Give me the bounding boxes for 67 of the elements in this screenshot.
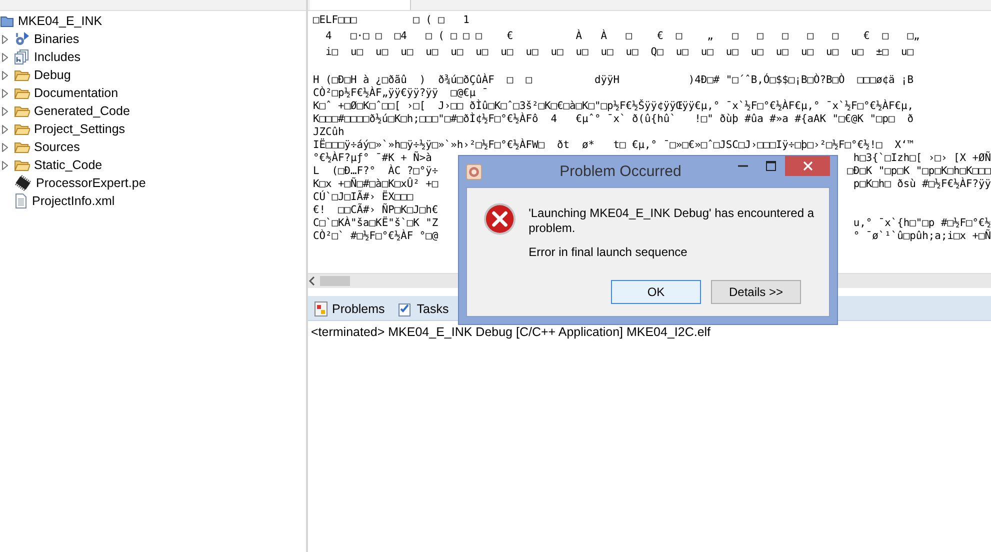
tree-item[interactable]: Documentation xyxy=(34,86,118,100)
expand-arrow-icon[interactable] xyxy=(2,70,8,80)
tree-item[interactable]: Binaries xyxy=(34,32,80,46)
expand-arrow-icon[interactable] xyxy=(2,106,8,116)
folder-icon xyxy=(14,104,30,118)
tree-item[interactable]: Generated_Code xyxy=(34,104,130,118)
folder-icon xyxy=(14,122,30,136)
folder-icon xyxy=(14,140,30,154)
binary-text-line: CÚ`□J□IÃ#› ËX□□□ xyxy=(313,190,414,203)
error-icon xyxy=(483,202,517,236)
view-tab[interactable]: Tasks xyxy=(392,298,455,320)
minimize-icon xyxy=(738,165,748,167)
binary-text-line: JZCûh xyxy=(313,126,344,138)
project-name[interactable]: MKE04_E_INK xyxy=(18,14,102,28)
binary-text-line: u,° ¯x`{h□"□p #□½F□°€½ xyxy=(853,216,991,229)
binary-text-line: h□3{`□Izh□[ ›□› [X +ØÑ xyxy=(853,152,991,164)
scrollbar-thumb[interactable] xyxy=(320,276,350,286)
binary-text-line: €! □□CÃ#› ÑP□K□J□h€ xyxy=(313,204,438,216)
binary-text-line: °€½ÀF?µƒ° ¯#K + Ñ>à xyxy=(313,152,432,164)
project-folder-icon xyxy=(0,14,14,28)
header-files-icon xyxy=(14,49,30,65)
app-icon xyxy=(466,164,482,180)
binary-text-line: C□`□KÀ"ša□KË"š`□K "Z xyxy=(313,216,438,229)
error-detail: Error in final launch sequence xyxy=(528,245,688,259)
tree-item[interactable]: Project_Settings xyxy=(34,122,126,136)
expand-arrow-icon[interactable] xyxy=(2,88,8,98)
binary-text-line: H (□Ð□H à ¿□ðãû ) ð¾ú□ðÇûÀF □ □ dÿÿH )4Ð□# "□´ˆB,Ó□$$□¡B□Ò?B□Ò □□□ø¢ä ¡B xyxy=(313,74,914,86)
tree-item[interactable]: Static_Code xyxy=(34,158,102,172)
maximize-icon xyxy=(766,161,776,171)
binary-text-line: CÒ²□` #□½F□°€½ÀF °□@ xyxy=(313,230,438,242)
binary-text-line: i□ u□ u□ u□ u□ u□ u□ u□ u□ u□ u□ u□ u□ Q□ u□ u□ u□ u□ u□ u□ u□ u□ ±□ u□ xyxy=(324,45,914,60)
close-icon xyxy=(802,161,812,171)
expand-arrow-icon[interactable] xyxy=(2,52,8,62)
folder-icon xyxy=(14,158,30,172)
tree-item[interactable]: Sources xyxy=(34,140,80,154)
tree-item[interactable]: ProcessorExpert.pe xyxy=(36,176,146,190)
binary-text-line: K□ˆ +□Ø□K□ˆ□□[ ›□[ J›□□ ðÌû□K□ˆ□3š²□K□€□à□K□"□p½F€½Šÿÿ¢ÿÿŒÿÿ€µ,° ¯x`½F□°€½ÀF€µ,° ¯x`½F□°€½ÀF€µ, xyxy=(313,100,914,112)
binary-text-line: ° ¯ø`¹`û□pûh;a;i□x +□Ñ xyxy=(853,230,991,242)
binary-text-line: IË□□□ÿ÷áý□»`»h□ÿ÷½ÿ□»`»h›²□½F□°€½ÀFW□ ðt ø* t□ €µ,° ¯□»□€»□ˆ□JSC□J›□□□Iÿ÷□þ□›²□½F□°€½!□ X‘™ xyxy=(313,138,914,151)
expand-arrow-icon[interactable] xyxy=(2,34,8,44)
folder-icon xyxy=(14,68,30,82)
dialog-button[interactable]: Details >> xyxy=(711,280,801,304)
binary-text-line: □ELF□□□ □ ( □ 1 xyxy=(313,13,470,28)
binary-text-line: p□K□h□ ðsù #□½F€½ÀF?ÿÿ xyxy=(853,178,991,190)
binary-text-line: □Ð□K "□p□K "□p□K□h□K□□□ xyxy=(847,164,991,177)
tree-item[interactable]: Includes xyxy=(34,50,81,64)
binary-text-line: CÒ²□p½F€½ÀF„ÿÿ€ÿÿ?ÿÿ □@€µ ¯ xyxy=(313,86,488,99)
dialog-title: Problem Occurred xyxy=(558,163,682,180)
error-message: 'Launching MKE04_E_INK Debug' has encountered a problem. xyxy=(528,206,815,236)
document-icon xyxy=(14,193,28,209)
tree-item[interactable]: Debug xyxy=(34,68,71,82)
expand-arrow-icon[interactable] xyxy=(2,124,8,134)
binary-text-line: K□x +□Ñ□#□à□K□xÛ² +□ xyxy=(313,178,438,190)
binary-text-line: L (□Ð…F?° ÀC ?□°ÿ÷ xyxy=(313,164,438,177)
scroll-left-icon xyxy=(308,276,316,286)
binary-text-line: 4 □·□ □ □4 □ ( □ □ □ € À À □ € □ „ □ □ □ □ □ € □ □„ xyxy=(324,28,920,44)
problems-icon xyxy=(314,301,328,317)
view-tab[interactable]: Problems xyxy=(310,298,391,320)
expand-arrow-icon[interactable] xyxy=(2,142,8,152)
clipboard-check-icon xyxy=(396,301,413,317)
dialog-button[interactable]: OK xyxy=(611,280,701,304)
expand-arrow-icon[interactable] xyxy=(2,160,8,170)
folder-icon xyxy=(14,86,30,100)
binary-text-line: K□□□#□□□□ð½ú□K□h;□□□"□#□ðÌ¢½F□°€½ÀFô 4 €µˆ° ¯x` ð(û{hû` !□" ðùþ #ûa #»a #{aAK "□€@K "□p□ ð xyxy=(313,112,914,126)
tree-item[interactable]: ProjectInfo.xml xyxy=(32,194,115,208)
binary-gear-icon xyxy=(14,31,30,47)
close-button[interactable] xyxy=(785,156,830,176)
